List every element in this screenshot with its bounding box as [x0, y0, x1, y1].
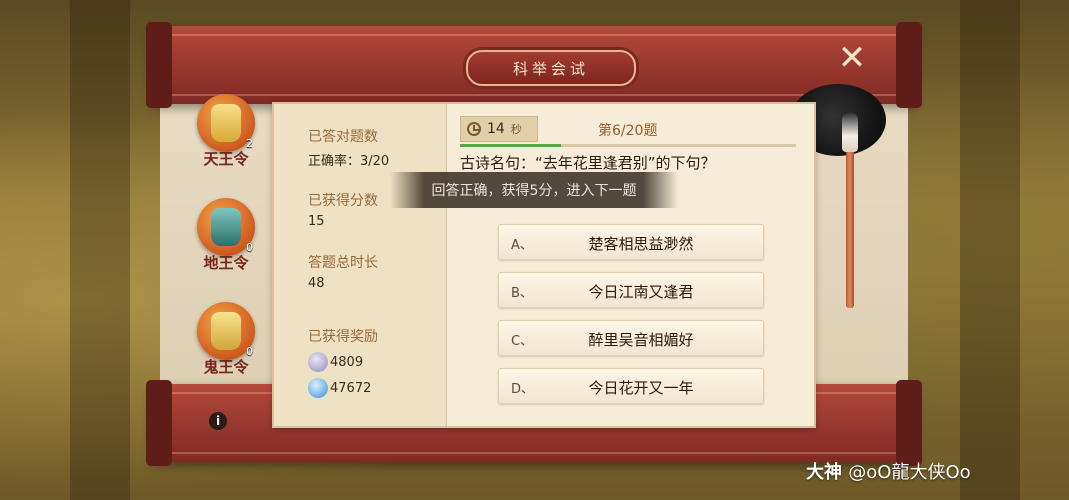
- question-progress-bar: [460, 144, 796, 147]
- reward-value: 47672: [330, 380, 372, 396]
- token-count: 2: [246, 137, 253, 150]
- diwang-token-icon: [211, 208, 241, 246]
- token-count: 0: [246, 345, 253, 358]
- result-toast: 回答正确，获得5分，进入下一题: [390, 172, 678, 208]
- watermark: 大神 @oO龍大侠Oo: [806, 458, 971, 484]
- brush-tip-decoration: [842, 112, 858, 152]
- page-title: 科举会试: [512, 59, 589, 78]
- score-label: 已获得分数: [308, 193, 378, 209]
- countdown-timer: 14 秒: [460, 116, 538, 142]
- close-button[interactable]: ✕: [834, 40, 870, 76]
- title-plaque: 科举会试: [466, 50, 636, 86]
- question-progress-fill: [460, 144, 561, 147]
- token-tianwang[interactable]: 2 天王令: [194, 94, 258, 169]
- option-c[interactable]: C、 醉里吴音相媚好: [498, 320, 764, 356]
- timer-value: 14: [487, 121, 505, 137]
- correct-count-label: 已答对题数: [308, 129, 378, 145]
- token-disc: 2: [197, 94, 255, 152]
- reward-row: 4809: [308, 352, 363, 372]
- clock-icon: [467, 122, 481, 136]
- total-time-label: 答题总时长: [308, 255, 378, 271]
- background-pillar: [70, 0, 130, 500]
- quiz-card: 已答对题数 正确率：3/20 已获得分数 15 答题总时长 48 已获得奖励 4…: [272, 102, 816, 428]
- token-diwang[interactable]: 0 地王令: [194, 198, 258, 273]
- option-text: 今日花开又一年: [588, 379, 694, 397]
- silver-coin-icon: [308, 352, 328, 372]
- option-b[interactable]: B、 今日江南又逢君: [498, 272, 764, 308]
- score-value: 15: [308, 214, 325, 229]
- info-icon: i: [215, 414, 221, 428]
- total-time-value: 48: [308, 276, 325, 291]
- guiwang-token-icon: [211, 312, 241, 350]
- experience-icon: [308, 378, 328, 398]
- token-disc: 0: [197, 198, 255, 256]
- option-d[interactable]: D、 今日花开又一年: [498, 368, 764, 404]
- option-a[interactable]: A、 楚客相思益渺然: [498, 224, 764, 260]
- close-icon: ✕: [837, 38, 867, 78]
- option-text: 今日江南又逢君: [588, 283, 694, 301]
- token-guiwang[interactable]: 0 鬼王令: [194, 302, 258, 377]
- background-pillar: [960, 0, 1020, 500]
- timer-unit: 秒: [510, 123, 522, 136]
- info-button[interactable]: i: [209, 412, 227, 430]
- option-text: 楚客相思益渺然: [588, 235, 694, 253]
- token-disc: 0: [197, 302, 255, 360]
- rewards-label: 已获得奖励: [308, 329, 378, 345]
- stats-panel: 已答对题数 正确率：3/20 已获得分数 15 答题总时长 48 已获得奖励 4…: [274, 104, 447, 426]
- question-number: 第6/20题: [598, 123, 658, 139]
- question-text: 古诗名句：“去年花里逢君别”的下句？: [460, 154, 716, 172]
- reward-row: 47672: [308, 378, 371, 398]
- option-text: 醉里吴音相媚好: [588, 331, 694, 349]
- tianwang-token-icon: [211, 104, 241, 142]
- token-count: 0: [246, 241, 253, 254]
- watermark-user: @oO龍大侠Oo: [848, 462, 971, 483]
- reward-value: 4809: [330, 354, 364, 370]
- accuracy-value: 正确率：3/20: [308, 154, 390, 169]
- watermark-brand: 大神: [806, 462, 842, 483]
